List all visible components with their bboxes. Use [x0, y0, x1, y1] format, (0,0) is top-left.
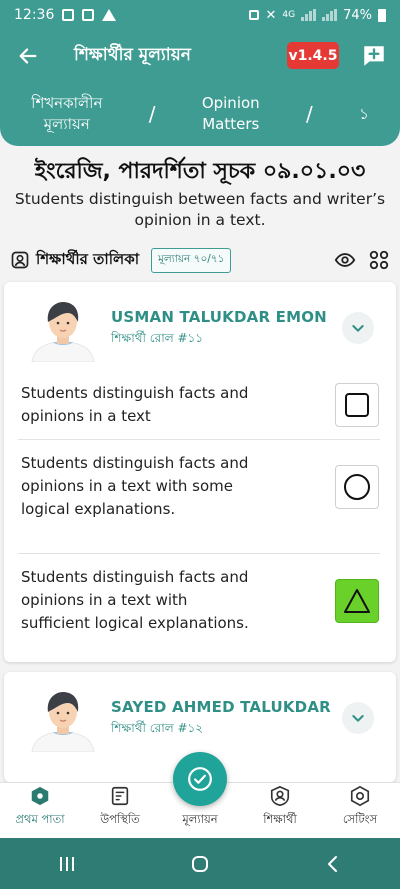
status-bar: 12:36 ✕ 4G 74%	[0, 0, 400, 30]
battery-icon	[378, 8, 386, 22]
nav-item-home[interactable]: প্রথম পাতা	[0, 783, 80, 838]
student-roll: শিক্ষার্থী রোল #১২	[111, 721, 204, 735]
version-badge: v1.4.5	[287, 42, 339, 69]
lock-icon	[249, 10, 260, 20]
network-type: 4G	[282, 10, 296, 20]
page-title: শিক্ষার্থীর মূল্যায়ন	[74, 45, 191, 65]
submit-fab-button[interactable]	[173, 752, 227, 806]
student-name: SAYED AHMED TALUKDAR	[111, 698, 331, 716]
app-bar: শিক্ষার্থীর মূল্যায়ন v1.4.5	[0, 30, 400, 82]
chevron-down-icon	[352, 325, 364, 332]
signal-icon-2	[322, 9, 338, 21]
warning-icon	[102, 9, 117, 21]
feedback-icon[interactable]	[361, 43, 387, 69]
grid-icon[interactable]	[368, 249, 390, 271]
assessment-option[interactable]: Students distinguish facts and opinions …	[18, 374, 380, 440]
triangle-icon	[344, 589, 370, 613]
square-icon	[345, 393, 369, 417]
back-button[interactable]	[0, 30, 56, 82]
home-icon	[31, 786, 49, 806]
option-text: Students distinguish facts and opinions …	[21, 568, 249, 632]
back-nav-icon[interactable]	[321, 852, 345, 876]
check-icon	[82, 9, 95, 21]
nav-item-settings[interactable]: সেটিংস	[320, 783, 400, 838]
expand-button[interactable]	[342, 312, 374, 344]
eye-icon[interactable]	[334, 249, 356, 271]
gallery-icon	[62, 9, 75, 21]
check-circle-icon	[188, 767, 212, 791]
settings-icon	[350, 785, 370, 807]
assessment-option[interactable]: Students distinguish facts and opinions …	[18, 440, 380, 554]
subject-description: Students distinguish between facts and w…	[14, 190, 386, 229]
option-text: Students distinguish facts and opinions …	[21, 384, 249, 425]
student-name: USMAN TALUKDAR EMON	[111, 308, 327, 326]
breadcrumb-item-activity[interactable]: Opinion Matters	[202, 93, 260, 135]
nav-item-student[interactable]: শিক্ষার্থী	[240, 783, 320, 838]
rating-square-box[interactable]	[335, 383, 379, 427]
breadcrumb-item-assessment[interactable]: শিখনকালীন মূল্যায়ন	[31, 93, 102, 135]
system-nav-bar	[0, 838, 400, 889]
avatar	[31, 302, 95, 362]
circle-icon	[344, 474, 370, 500]
home-button-icon[interactable]	[188, 852, 212, 876]
recent-apps-icon[interactable]	[55, 852, 79, 876]
student-card-header[interactable]: SAYED AHMED TALUKDAR শিক্ষার্থী রোল #১২	[4, 672, 396, 762]
chevron-down-icon	[352, 715, 364, 722]
assessment-option[interactable]: Students distinguish facts and opinions …	[18, 554, 380, 662]
student-roll: শিক্ষার্থী রোল #১১	[111, 331, 204, 345]
student-icon	[270, 785, 290, 807]
avatar	[31, 692, 95, 752]
assessment-count-badge: মূল্যায়ন ৭০/৭১	[151, 247, 232, 273]
breadcrumb-separator: /	[306, 102, 313, 126]
arrow-left-icon	[19, 48, 37, 64]
student-card-header[interactable]: USMAN TALUKDAR EMON শিক্ষার্থী রোল #১১	[4, 282, 396, 372]
nav-item-attendance[interactable]: উপস্থিতি	[80, 783, 160, 838]
rating-circle-box[interactable]	[335, 465, 379, 509]
mute-icon: ✕	[265, 7, 277, 23]
breadcrumb-separator: /	[148, 102, 156, 126]
rating-triangle-box[interactable]	[335, 579, 379, 623]
breadcrumb: শিখনকালীন মূল্যায়ন / Opinion Matters / …	[0, 82, 400, 146]
signal-icon	[301, 9, 317, 21]
expand-button[interactable]	[342, 702, 374, 734]
breadcrumb-item-session[interactable]: ১	[359, 104, 369, 125]
student-card: USMAN TALUKDAR EMON শিক্ষার্থী রোল #১১ S…	[4, 282, 396, 662]
option-text: Students distinguish facts and opinions …	[21, 454, 249, 518]
attendance-icon	[111, 786, 129, 806]
subject-title: ইংরেজি, পারদর্শিতা সূচক ০৯.০১.০৩	[34, 159, 366, 184]
user-icon	[11, 251, 29, 269]
battery-level: 74%	[343, 7, 372, 23]
status-time: 12:36	[14, 7, 55, 23]
student-list-label: শিক্ষার্থীর তালিকা	[36, 249, 140, 268]
student-list-header: শিক্ষার্থীর তালিকা মূল্যায়ন ৭০/৭১	[10, 246, 390, 274]
